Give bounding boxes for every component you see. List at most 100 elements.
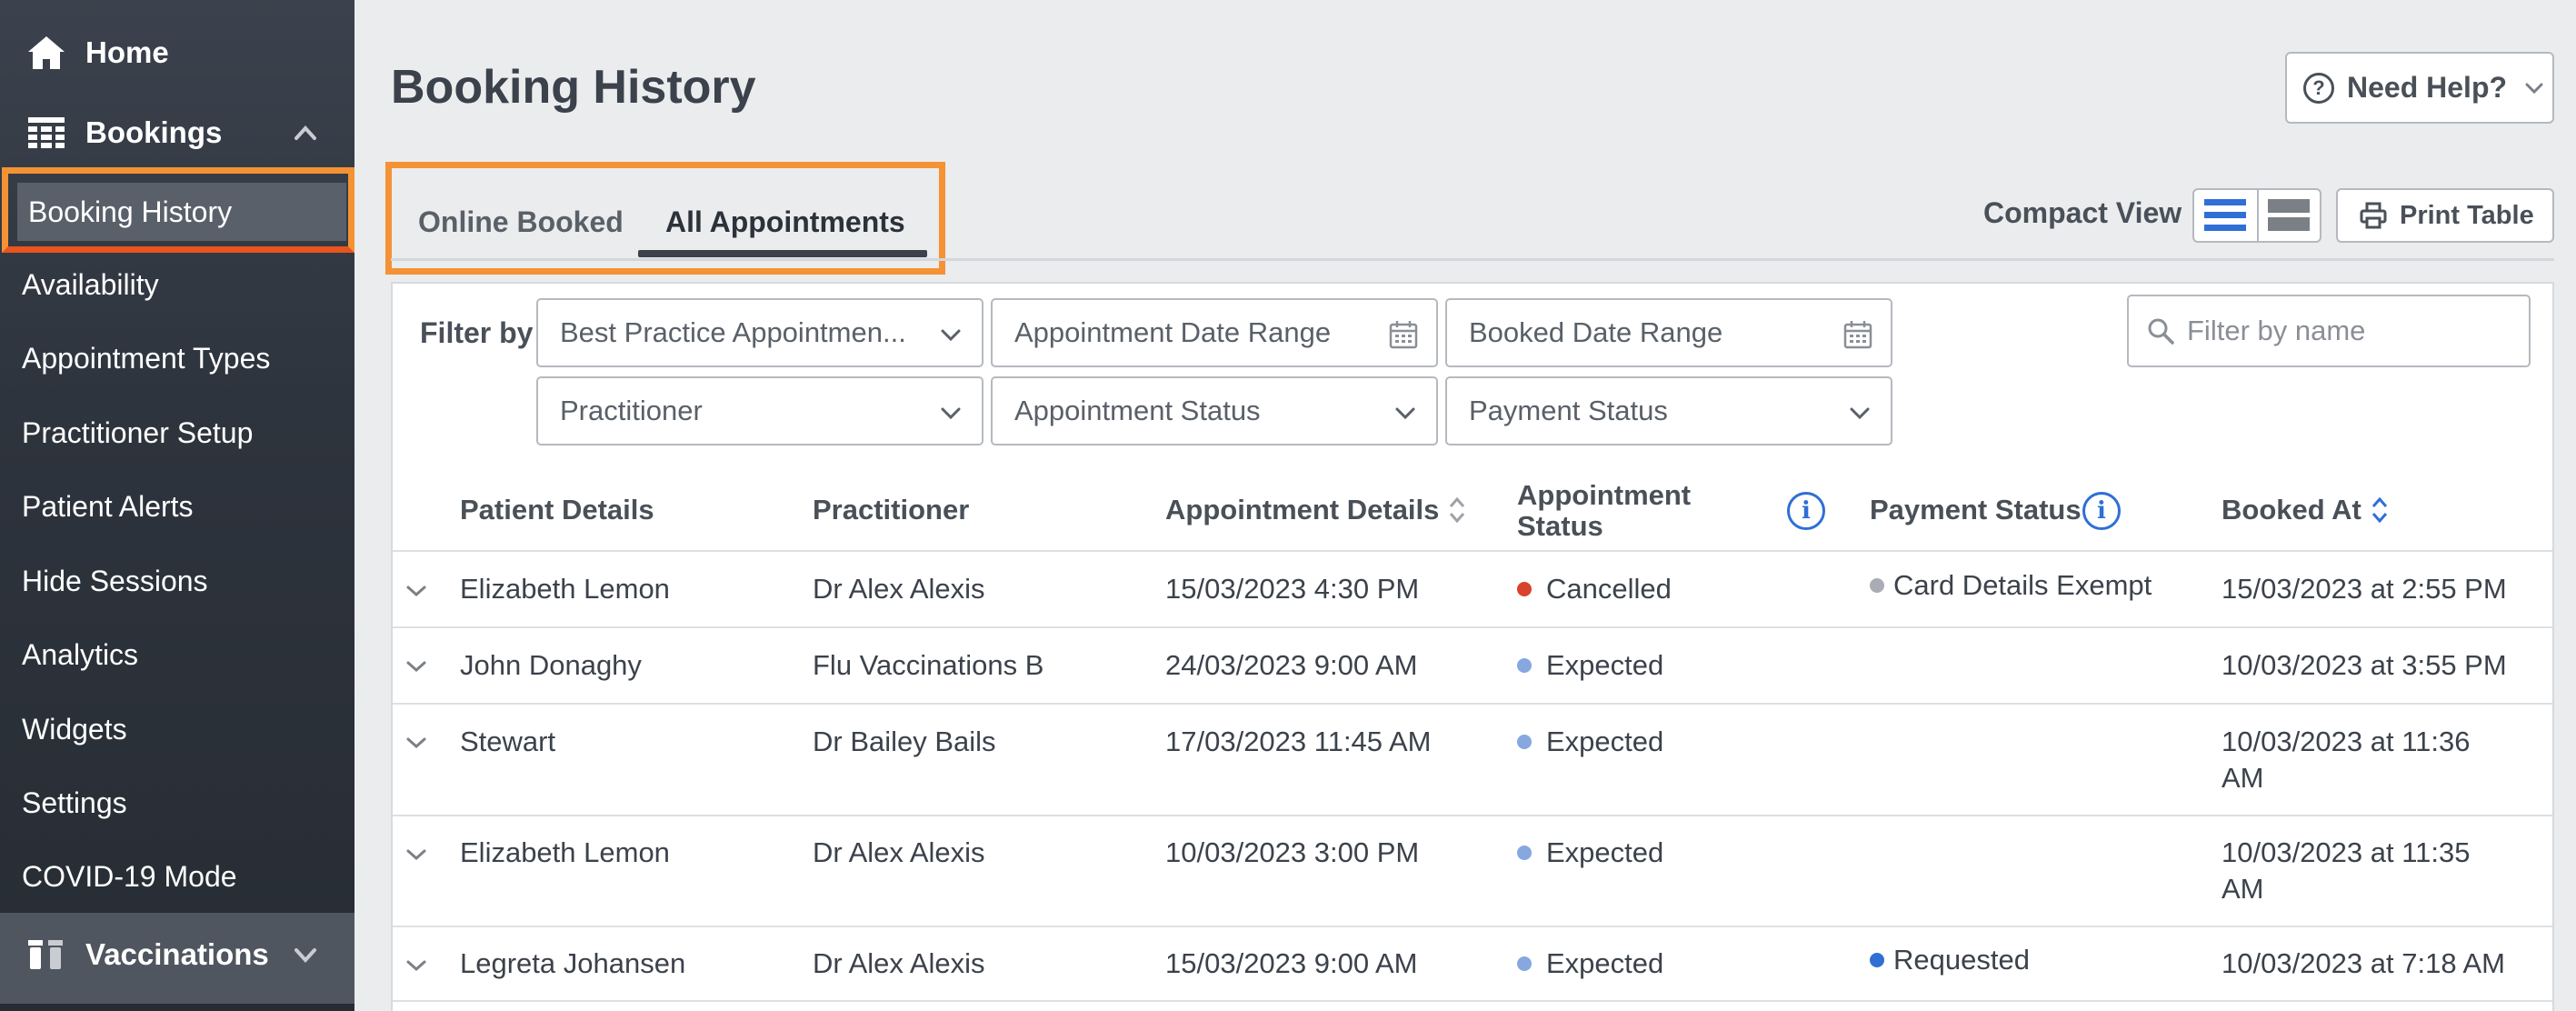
status-text: Expected	[1546, 649, 1664, 681]
chevron-down-icon	[1395, 407, 1415, 420]
chevron-down-icon	[941, 329, 961, 342]
cell-booked: 15/03/2023 at 2:55 PM	[2222, 571, 2507, 607]
sidebar-item-practitioner-setup[interactable]: Practitioner Setup	[22, 405, 253, 460]
cell-patient[interactable]: Elizabeth Lemon	[460, 835, 670, 871]
column-header-booked[interactable]: Booked At	[2222, 494, 2389, 526]
search-placeholder: Filter by name	[2187, 315, 2366, 346]
page-title: Booking History	[391, 61, 756, 114]
booked-text: AM	[2222, 873, 2264, 905]
booked-text: AM	[2222, 762, 2264, 794]
sidebar-item-patient-alerts[interactable]: Patient Alerts	[22, 479, 194, 534]
sidebar-item-analytics[interactable]: Analytics	[22, 627, 138, 682]
status-text: Expected	[1546, 836, 1664, 868]
sidebar-item-label: Appointment Types	[22, 341, 271, 375]
sidebar-item-hide-sessions[interactable]: Hide Sessions	[22, 554, 208, 608]
cell-appointment: 15/03/2023 9:00 AM	[1165, 947, 1418, 979]
appointment-date-range-input[interactable]: Appointment Date Range	[991, 298, 1438, 367]
sidebar-item-covid-mode[interactable]: COVID-19 Mode	[22, 849, 237, 904]
column-header-label: Appointment Details	[1165, 494, 1440, 526]
sidebar-item-appointment-types[interactable]: Appointment Types	[22, 331, 270, 385]
column-header-practitioner[interactable]: Practitioner	[813, 494, 969, 526]
column-header-patient[interactable]: Patient Details	[460, 494, 654, 526]
cell-practitioner: Flu Vaccinations B	[813, 649, 1044, 681]
sidebar-item-vaccinations[interactable]: Vaccinations	[0, 916, 354, 993]
status-dot	[1517, 956, 1532, 971]
sidebar-item-label: Practitioner Setup	[22, 415, 254, 449]
booked-text: 10/03/2023 at 11:36	[2222, 726, 2471, 757]
cell-booked: 10/03/2023 at 3:55 PM	[2222, 647, 2507, 684]
row-divider	[393, 815, 2552, 816]
cell-payment: Card Details Exempt	[1870, 567, 2152, 604]
sidebar-item-label: Bookings	[85, 115, 223, 149]
print-table-button[interactable]: Print Table	[2336, 188, 2554, 243]
column-header-appointment-status[interactable]: Appointment Status	[1517, 480, 1691, 542]
printer-icon	[2360, 202, 2387, 229]
appointment-status-filter-select[interactable]: Appointment Status	[991, 376, 1438, 445]
info-icon[interactable]: i	[2082, 492, 2121, 530]
payment-status-filter-value: Payment Status	[1469, 395, 1668, 426]
column-header-appointment[interactable]: Appointment Details	[1165, 494, 1466, 526]
payment-dot	[1870, 952, 1884, 967]
row-divider	[393, 1000, 2552, 1002]
sidebar-item-settings[interactable]: Settings	[22, 776, 127, 830]
booked-text: 10/03/2023 at 11:35	[2222, 836, 2471, 868]
compact-view-button[interactable]	[2256, 190, 2320, 241]
column-header-payment[interactable]: Payment Status	[1870, 494, 2082, 526]
table-icon	[25, 112, 67, 154]
list-view-button[interactable]	[2194, 190, 2257, 241]
booked-text: 10/03/2023 at 7:18 AM	[2222, 947, 2505, 979]
vaccine-vials-icon	[25, 934, 67, 976]
source-filter-select[interactable]: Best Practice Appointmen...	[536, 298, 983, 367]
chevron-down-icon	[2525, 83, 2543, 94]
cell-patient[interactable]: Elizabeth Lemon	[460, 571, 670, 607]
booked-date-range-input[interactable]: Booked Date Range	[1445, 298, 1892, 367]
sidebar-item-widgets[interactable]: Widgets	[22, 702, 127, 756]
status-dot	[1517, 581, 1532, 596]
row-divider	[393, 550, 2552, 552]
cell-patient[interactable]: Stewart	[460, 724, 555, 760]
expand-row-icon[interactable]	[405, 844, 427, 866]
sidebar-item-booking-history[interactable]: Booking History	[17, 183, 346, 241]
need-help-button[interactable]: ? Need Help?	[2285, 52, 2554, 124]
column-header-label: Payment Status	[1870, 494, 2082, 526]
cell-appointment: 10/03/2023 3:00 PM	[1165, 836, 1420, 868]
payment-status-filter-select[interactable]: Payment Status	[1445, 376, 1892, 445]
tab-online-booked[interactable]: Online Booked	[418, 200, 624, 244]
sidebar-item-label: Patient Alerts	[22, 489, 194, 523]
booked-text: 10/03/2023 at 3:55 PM	[2222, 649, 2507, 681]
chevron-up-icon	[295, 125, 316, 140]
cell-practitioner: Dr Alex Alexis	[813, 836, 985, 868]
sidebar-item-bookings[interactable]: Bookings	[0, 95, 354, 171]
calendar-icon	[1389, 321, 1418, 349]
expand-row-icon[interactable]	[405, 656, 427, 677]
sort-icon	[1450, 496, 1465, 524]
status-dot	[1517, 734, 1532, 749]
cell-practitioner: Dr Bailey Bails	[813, 726, 996, 757]
practitioner-filter-select[interactable]: Practitioner	[536, 376, 983, 445]
cell-appointment: 17/03/2023 11:45 AM	[1165, 726, 1432, 757]
filter-by-name-search[interactable]: Filter by name	[2127, 295, 2531, 367]
sidebar-item-label: COVID-19 Mode	[22, 859, 237, 893]
sidebar-active-highlight: Booking History	[2, 167, 354, 253]
expand-row-icon[interactable]	[405, 955, 427, 976]
info-icon[interactable]: i	[1787, 492, 1825, 530]
payment-text: Card Details Exempt	[1893, 569, 2152, 601]
expand-row-icon[interactable]	[405, 732, 427, 754]
sidebar-item-label: Vaccinations	[85, 937, 269, 971]
sidebar-item-availability[interactable]: Availability	[22, 257, 159, 312]
cell-booked: 10/03/2023 at 11:35 AM	[2222, 835, 2471, 907]
cell-status: Expected	[1517, 647, 1663, 684]
practitioner-filter-value: Practitioner	[560, 395, 703, 426]
search-icon	[2148, 318, 2174, 345]
tab-all-appointments[interactable]: All Appointments	[665, 200, 905, 244]
expand-row-icon[interactable]	[405, 580, 427, 602]
status-dot	[1517, 845, 1532, 860]
cell-status: Cancelled	[1517, 571, 1672, 607]
cell-patient[interactable]: Legreta Johansen	[460, 946, 685, 982]
cell-patient[interactable]: John Donaghy	[460, 647, 642, 684]
appointment-date-range-placeholder: Appointment Date Range	[1014, 316, 1332, 348]
filter-by-label: Filter by	[420, 316, 534, 349]
sidebar-item-home[interactable]: Home	[0, 15, 354, 91]
compact-view-label: Compact View	[1983, 196, 2182, 229]
cell-practitioner: Dr Alex Alexis	[813, 947, 985, 979]
